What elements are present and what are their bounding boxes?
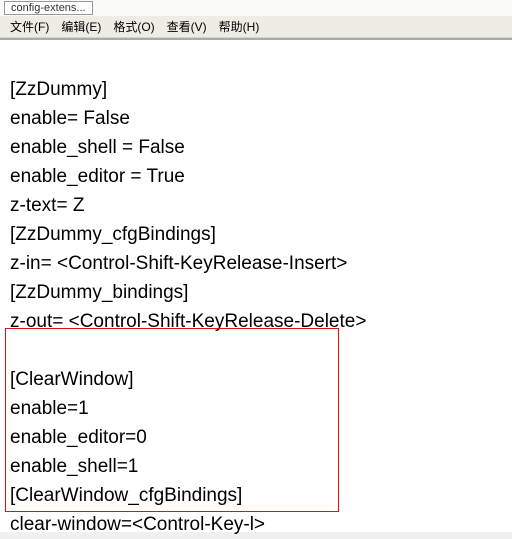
text-line: [ZzDummy_bindings] (10, 282, 188, 303)
text-line: z-out= <Control-Shift-KeyRelease-Delete> (10, 311, 366, 332)
text-line: z-in= <Control-Shift-KeyRelease-Insert> (10, 253, 347, 274)
menu-help[interactable]: 帮助(H) (213, 16, 266, 37)
menu-file[interactable]: 文件(F) (4, 16, 55, 37)
text-line: enable_editor = True (10, 166, 185, 187)
editor-area[interactable]: [ZzDummy] enable= False enable_shell = F… (0, 38, 512, 532)
menubar: 文件(F) 编辑(E) 格式(O) 查看(V) 帮助(H) (0, 16, 512, 38)
menu-format[interactable]: 格式(O) (107, 16, 160, 37)
menu-view[interactable]: 查看(V) (161, 16, 213, 37)
text-line: enable_shell=1 (10, 456, 138, 477)
text-line: z-text= Z (10, 195, 84, 216)
text-content: [ZzDummy] enable= False enable_shell = F… (10, 46, 506, 539)
text-line: enable=1 (10, 398, 89, 419)
text-line: [ClearWindow] (10, 369, 134, 390)
menu-edit[interactable]: 编辑(E) (55, 16, 107, 37)
title-label: config-extens... (11, 2, 86, 14)
text-line: enable_editor=0 (10, 427, 147, 448)
text-line: [ZzDummy_cfgBindings] (10, 224, 216, 245)
text-line: [ZzDummy] (10, 79, 107, 100)
text-line: enable= False (10, 108, 130, 129)
title-tab: config-extens... (4, 1, 93, 15)
text-line: enable_shell = False (10, 137, 185, 158)
text-line: [ClearWindow_cfgBindings] (10, 485, 242, 506)
titlebar: config-extens... (0, 0, 512, 16)
